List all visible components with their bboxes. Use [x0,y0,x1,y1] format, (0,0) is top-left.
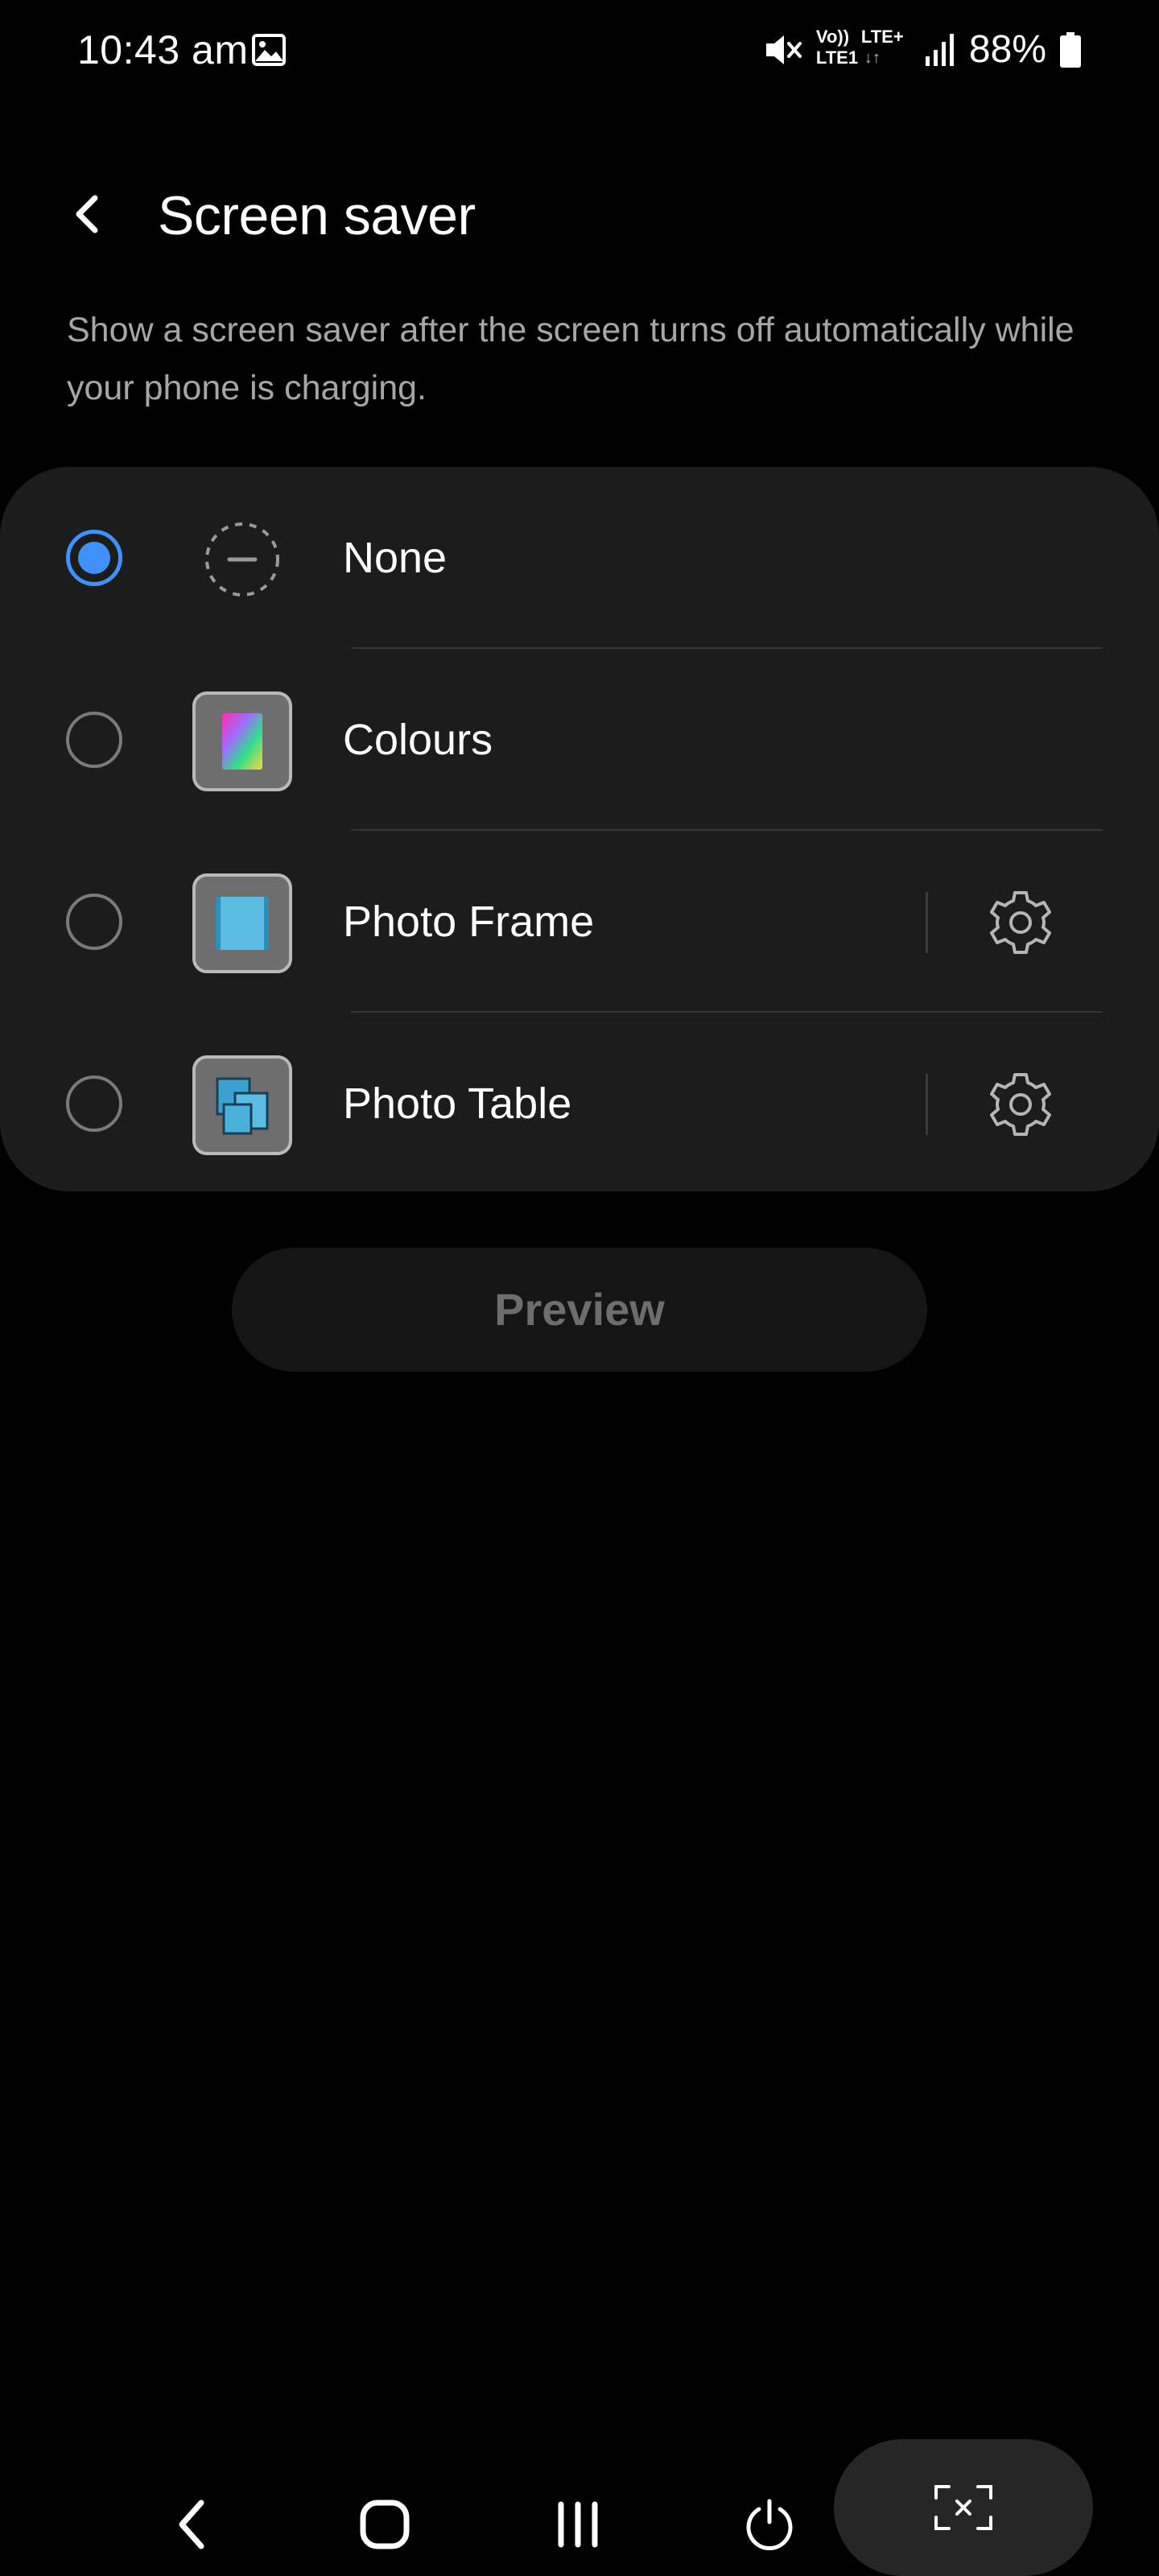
gear-icon [990,891,1051,954]
vertical-separator [926,892,928,953]
lte1-label: LTE1 [815,47,859,68]
battery-icon [1060,32,1081,68]
battery-percent: 88% [968,28,1046,71]
power-icon [746,2499,793,2550]
status-bar: 10:43 am Vo)) LTE1 LTE+ ↓↑ 88% [0,0,1159,97]
colours-icon [192,691,292,791]
photo-table-settings-button[interactable] [982,1066,1059,1143]
option-colours[interactable]: Colours [0,649,1159,831]
nav-recents-button[interactable] [538,2484,618,2565]
chevron-left-icon [76,195,98,233]
volte-label: Vo)) [815,27,850,47]
home-icon [360,2500,410,2549]
option-label: None [343,534,448,582]
capture-icon [934,2485,992,2530]
signal-icon [925,34,954,66]
option-label: Photo Table [343,1080,572,1128]
gear-icon [990,1073,1051,1136]
preview-button[interactable]: Preview [232,1248,927,1372]
volte-icon: Vo)) LTE1 LTE+ ↓↑ [816,27,911,72]
nav-power-button[interactable] [729,2484,810,2565]
gallery-icon [252,34,286,66]
nav-capture-button[interactable] [834,2439,1093,2576]
page-description: Show a screen saver after the screen tur… [67,311,1074,407]
status-time: 10:43 am [77,27,249,72]
radio-colours[interactable] [66,712,122,768]
option-photo-frame[interactable]: Photo Frame [0,831,1159,1013]
nav-home-button[interactable] [344,2484,425,2565]
option-label: Colours [343,716,493,764]
status-icons: Vo)) LTE1 LTE+ ↓↑ 88% [761,21,1082,79]
navigation-bar [0,2439,1159,2576]
none-icon [205,522,279,597]
photo-table-icon [192,1055,292,1155]
data-activity-arrows: ↓↑ [864,49,881,67]
photo-frame-icon [192,873,292,973]
option-label: Photo Frame [343,898,595,946]
page-title: Screen saver [158,185,476,246]
recents-icon [558,2501,598,2548]
nav-back-button[interactable] [153,2484,233,2565]
mute-icon [765,35,802,64]
back-icon [179,2500,204,2549]
radio-photo-table[interactable] [66,1075,122,1132]
option-photo-table[interactable]: Photo Table [0,1013,1159,1195]
screen-saver-options: None Colours Photo Frame Photo Table [0,467,1159,1191]
lte-plus-label: LTE+ [860,27,904,47]
radio-none[interactable] [66,530,122,586]
back-button[interactable] [52,177,126,251]
option-none[interactable]: None [0,467,1159,649]
vertical-separator [926,1074,928,1135]
photo-frame-settings-button[interactable] [982,884,1059,961]
radio-photo-frame[interactable] [66,894,122,950]
